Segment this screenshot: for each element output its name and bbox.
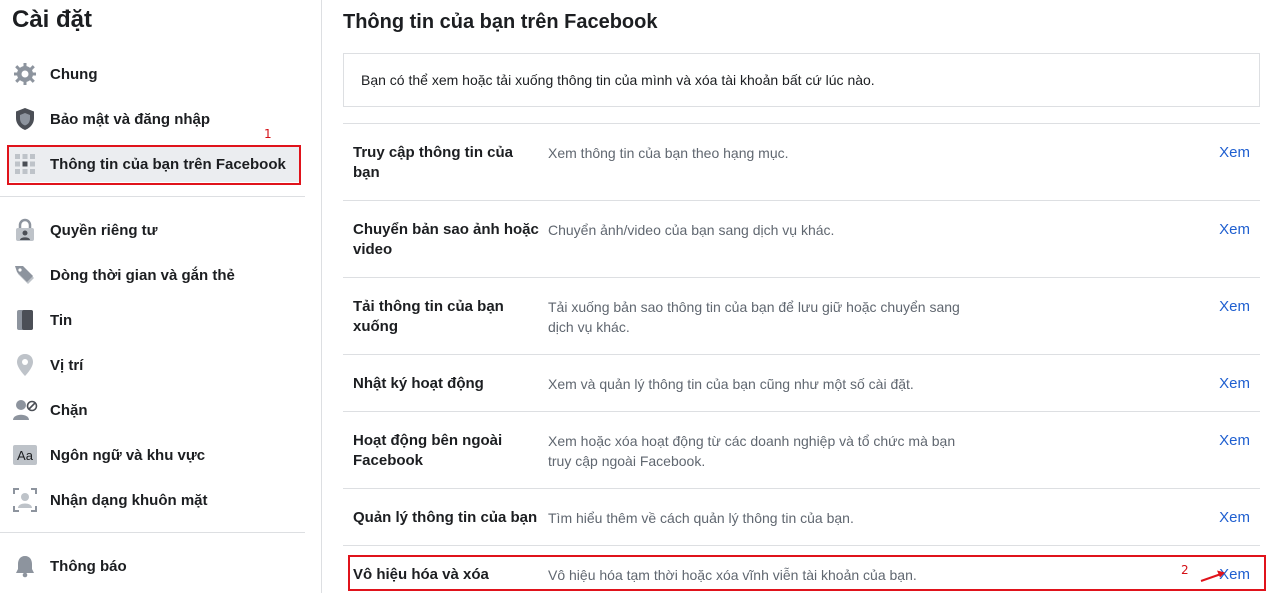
info-box: Bạn có thể xem hoặc tải xuống thông tin … xyxy=(343,53,1260,107)
setting-row-title: Chuyển bản sao ảnh hoặc video xyxy=(353,221,539,258)
view-link[interactable]: Xem xyxy=(1219,220,1250,240)
gear-icon xyxy=(10,59,40,89)
setting-row-title: Truy cập thông tin của bạn xyxy=(353,144,514,181)
settings-sidebar: Cài đặt Chung Bảo mật và đăng nhập Thông… xyxy=(0,0,322,593)
sidebar-divider xyxy=(0,532,305,533)
view-link[interactable]: Xem xyxy=(1219,374,1250,394)
sidebar-item-label: Vị trí xyxy=(50,356,84,374)
block-user-icon xyxy=(10,395,40,425)
setting-row-description: Xem thông tin của bạn theo hạng mục. xyxy=(548,145,789,161)
sidebar-item-general[interactable]: Chung xyxy=(8,56,300,92)
sidebar-item-language-region[interactable]: Aa Ngôn ngữ và khu vực xyxy=(8,437,300,473)
setting-row-description: Tải xuống bản sao thông tin của bạn để l… xyxy=(548,299,960,335)
lock-person-icon xyxy=(10,215,40,245)
sidebar-item-label: Quyền riêng tư xyxy=(50,221,158,239)
setting-row-description: Tìm hiểu thêm về cách quản lý thông tin … xyxy=(548,510,854,526)
sidebar-item-label: Bảo mật và đăng nhập xyxy=(50,110,211,128)
view-link[interactable]: Xem xyxy=(1219,431,1250,451)
setting-row-title: Tải thông tin của bạn xuống xyxy=(353,298,504,335)
setting-row-description: Chuyển ảnh/video của bạn sang dịch vụ kh… xyxy=(548,222,835,238)
view-link[interactable]: Xem xyxy=(1219,508,1250,528)
setting-row-title: Hoạt động bên ngoài Facebook xyxy=(353,432,503,469)
sidebar-item-timeline-tagging[interactable]: Dòng thời gian và gắn thẻ xyxy=(8,257,300,293)
view-link[interactable]: Xem xyxy=(1219,143,1250,163)
setting-row-download-info: Tải thông tin của bạn xuống Tải xuống bả… xyxy=(343,277,1260,354)
sidebar-item-security-login[interactable]: Bảo mật và đăng nhập xyxy=(8,101,300,137)
bell-icon xyxy=(10,551,40,581)
setting-row-title: Quản lý thông tin của bạn xyxy=(353,509,538,526)
sidebar-item-label: Thông báo xyxy=(50,557,127,575)
shield-icon xyxy=(10,104,40,134)
tag-icon xyxy=(10,260,40,290)
face-recognition-icon xyxy=(10,485,40,515)
annotation-marker-2: 2 xyxy=(1181,563,1189,577)
main-content: Thông tin của bạn trên Facebook Bạn có t… xyxy=(343,0,1263,593)
info-text: Bạn có thể xem hoặc tải xuống thông tin … xyxy=(361,72,875,88)
setting-row-title: Vô hiệu hóa và xóa xyxy=(353,566,489,583)
sidebar-item-label: Thông tin của bạn trên Facebook xyxy=(50,155,286,173)
settings-list: Truy cập thông tin của bạn Xem thông tin… xyxy=(343,123,1260,593)
sidebar-divider xyxy=(0,196,305,197)
sidebar-item-notifications[interactable]: Thông báo xyxy=(8,548,300,584)
sidebar-item-label: Dòng thời gian và gắn thẻ xyxy=(50,266,235,284)
setting-row-access-info: Truy cập thông tin của bạn Xem thông tin… xyxy=(343,123,1260,200)
location-pin-icon xyxy=(10,350,40,380)
setting-row-title: Nhật ký hoạt động xyxy=(353,375,484,392)
annotation-marker-1: 1 xyxy=(264,127,272,141)
sidebar-item-stories[interactable]: Tin xyxy=(8,302,300,338)
setting-row-description: Vô hiệu hóa tạm thời hoặc xóa vĩnh viễn … xyxy=(548,567,917,583)
sidebar-item-privacy[interactable]: Quyền riêng tư xyxy=(8,212,300,248)
setting-row-transfer-photos: Chuyển bản sao ảnh hoặc video Chuyển ảnh… xyxy=(343,200,1260,277)
setting-row-off-facebook-activity: Hoạt động bên ngoài Facebook Xem hoặc xó… xyxy=(343,411,1260,488)
sidebar-item-label: Tin xyxy=(50,311,73,329)
sidebar-item-face-recognition[interactable]: Nhận dạng khuôn mặt xyxy=(8,482,300,518)
sidebar-title: Cài đặt xyxy=(12,6,93,33)
annotation-arrow-icon xyxy=(1200,570,1225,582)
setting-row-activity-log: Nhật ký hoạt động Xem và quản lý thông t… xyxy=(343,354,1260,411)
sidebar-item-label: Ngôn ngữ và khu vực xyxy=(50,446,206,464)
sidebar-item-label: Chặn xyxy=(50,401,88,419)
setting-row-manage-info: Quản lý thông tin của bạn Tìm hiểu thêm … xyxy=(343,488,1260,545)
sidebar-item-blocking[interactable]: Chặn xyxy=(8,392,300,428)
sidebar-item-label: Nhận dạng khuôn mặt xyxy=(50,491,208,509)
setting-row-description: Xem và quản lý thông tin của bạn cũng nh… xyxy=(548,376,914,392)
sidebar-item-your-facebook-information[interactable]: Thông tin của bạn trên Facebook xyxy=(8,146,300,182)
book-icon xyxy=(10,305,40,335)
language-icon: Aa xyxy=(10,440,40,470)
sidebar-item-location[interactable]: Vị trí xyxy=(8,347,300,383)
sidebar-item-label: Chung xyxy=(50,65,98,83)
view-link[interactable]: Xem xyxy=(1219,297,1250,317)
svg-text:Aa: Aa xyxy=(17,448,34,463)
setting-row-description: Xem hoặc xóa hoạt động từ các doanh nghi… xyxy=(548,433,956,469)
setting-row-deactivate-delete: Vô hiệu hóa và xóa Vô hiệu hóa tạm thời … xyxy=(343,545,1260,593)
grid-icon xyxy=(10,149,40,179)
page-title: Thông tin của bạn trên Facebook xyxy=(343,11,658,33)
